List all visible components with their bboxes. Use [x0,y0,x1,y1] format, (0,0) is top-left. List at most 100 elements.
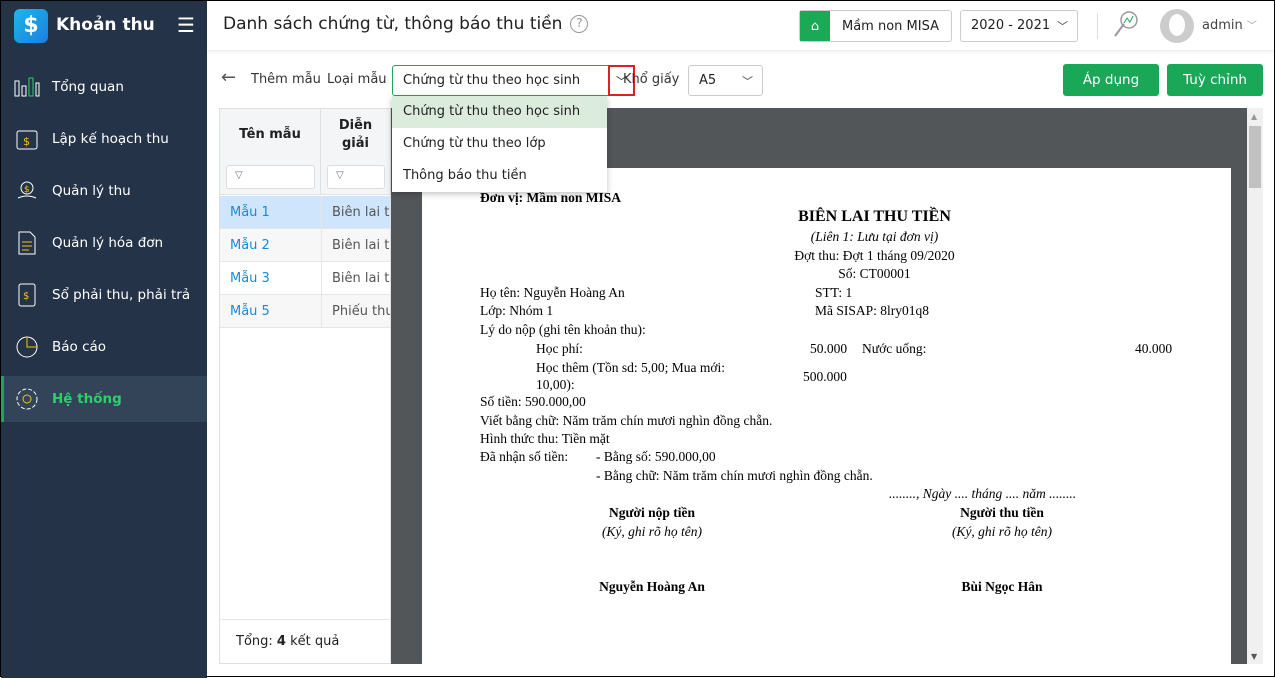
document-icon [13,231,41,255]
year-select[interactable]: 2020 - 2021 ﹀ [960,10,1078,42]
dropdown-option[interactable]: Chứng từ thu theo học sinh [392,96,607,128]
payment-method: Hình thức thu: Tiền mặt [480,431,610,446]
fee-label: 10,00): [536,377,575,392]
header: Danh sách chứng từ, thông báo thu tiền? … [207,1,1274,51]
template-description: Biên lai thu tiền [321,196,390,228]
svg-text:$: $ [23,291,29,302]
template-table: Tên mẫu ▽ Diễn giải ▽ Mẫu 1 Biên lai thu ti… [219,108,391,664]
sidebar-item-report[interactable]: Báo cáo [1,324,207,370]
paper-size-label: Khổ giấy [623,72,680,87]
user-menu[interactable]: admin ﹀ [1202,17,1257,33]
chevron-down-icon: ﹀ [1246,21,1257,32]
payer-note: (Ký, ghi rõ họ tên) [601,524,703,539]
sidebar-item-label: Hệ thống [52,391,122,407]
sidebar-item-label: Tổng quan [52,79,124,95]
receipt-number: Số: CT00001 [838,266,911,281]
table-row[interactable]: Mẫu 5 Phiếu thu [220,295,390,328]
chevron-down-icon: ﹀ [1057,20,1068,33]
total-suffix: kết quả [285,634,340,649]
template-description: Biên lai thu tiền [321,229,390,261]
sidebar-item-overview[interactable]: Tổng quan [1,64,207,110]
magnifier-chart-icon[interactable] [1112,9,1140,43]
table-row[interactable]: Mẫu 2 Biên lai thu tiền [220,229,390,262]
amount-words: Viết bằng chữ: Năm trăm chín mươi nghìn … [480,413,773,428]
page-title: Danh sách chứng từ, thông báo thu tiền? [223,14,589,34]
header-text: Diễn giải [338,118,373,151]
template-type-dropdown: Chứng từ thu theo học sinh Chứng từ thu … [392,96,607,192]
fee-label: Học phí: [536,341,583,356]
sidebar-item-label: Quản lý hóa đơn [52,235,164,251]
chevron-down-icon: ﹀ [742,75,753,88]
date-line: ........, Ngày .... tháng .... năm .....… [889,486,1077,501]
sidebar: $ Khoản thu ☰ Tổng quan $ Lập kế hoạch th… [1,1,207,678]
template-name-link[interactable]: Mẫu 3 [230,271,270,286]
app-title: Khoản thu [56,15,155,35]
school-selector[interactable]: ⌂ Mầm non MISA [799,10,952,42]
preview-scrollbar[interactable]: ▲ ▼ [1247,108,1263,664]
book-icon: $ [13,283,41,307]
total-count: Tổng: 4 kết quả [220,619,390,663]
template-description: Biên lai thu tiền [321,262,390,294]
table-row[interactable]: Mẫu 3 Biên lai thu tiền [220,262,390,295]
student-class: Lớp: Nhóm 1 [480,303,554,318]
receipt-page: Đơn vị: Mầm non MISA BIÊN LAI THU TIỀN (… [422,168,1231,664]
fee-label: Học thêm (Tồn sd: 5,00; Mua mới: [536,360,725,375]
apply-button[interactable]: Áp dụng [1063,64,1159,96]
fee-label: Nước uống: [862,341,927,356]
template-name-link[interactable]: Mẫu 5 [230,304,270,319]
paper-size-value: A5 [699,73,717,88]
house-icon: ⌂ [800,11,830,41]
received-number: - Bằng số: 590.000,00 [596,449,716,464]
header-text: Tên mẫu [239,127,301,142]
menu-icon[interactable]: ☰ [177,15,195,35]
fee-value: 500.000 [803,369,847,384]
sidebar-item-collect[interactable]: $ Quản lý thu [1,168,207,214]
template-description: Phiếu thu [321,295,390,327]
page-title-text: Danh sách chứng từ, thông báo thu tiền [223,14,563,34]
student-sisap: Mã SISAP: 8lry01q8 [815,303,930,318]
template-name-link[interactable]: Mẫu 1 [230,205,270,220]
filter-input[interactable]: ▽ [226,165,315,189]
scrollbar-thumb[interactable] [1249,126,1261,188]
svg-text:$: $ [23,135,30,148]
template-type-select[interactable]: Chứng từ thu theo học sinh [392,65,635,96]
dropdown-option[interactable]: Chứng từ thu theo lớp [392,128,607,160]
divider [1097,13,1098,39]
avatar[interactable] [1160,9,1194,43]
student-stt: STT: 1 [815,285,853,300]
received-words: - Bằng chữ: Năm trăm chín mươi nghìn đồn… [596,468,873,483]
total-number: 4 [276,634,286,649]
filter-input[interactable]: ▽ [327,165,385,189]
paper-size-select[interactable]: A5 ﹀ [688,65,763,96]
pie-chart-icon [13,335,41,359]
payer-label: Người nộp tiền [608,505,696,520]
collector-label: Người thu tiền [960,505,1044,520]
year-value: 2020 - 2021 [971,18,1051,33]
amount: Số tiền: 590.000,00 [480,394,586,409]
total-prefix: Tổng: [236,634,277,649]
help-icon[interactable]: ? [570,15,589,33]
sidebar-item-ledger[interactable]: $ Sổ phải thu, phải trả [1,272,207,318]
gear-icon [13,387,41,411]
table-row[interactable]: Mẫu 1 Biên lai thu tiền [220,196,390,229]
customize-button[interactable]: Tuỳ chỉnh [1167,64,1263,96]
app-logo: $ [14,9,48,43]
sidebar-item-invoice[interactable]: Quản lý hóa đơn [1,220,207,266]
sidebar-item-label: Quản lý thu [52,183,131,199]
collector-note: (Ký, ghi rõ họ tên) [951,524,1053,539]
add-template-label[interactable]: Thêm mẫu [251,72,321,87]
calendar-dollar-icon: $ [13,127,41,151]
sidebar-item-plan[interactable]: $ Lập kế hoạch thu [1,116,207,162]
sidebar-item-label: Báo cáo [52,339,107,355]
template-name-link[interactable]: Mẫu 2 [230,238,270,253]
dropdown-option[interactable]: Thông báo thu tiền [392,160,607,192]
receipt-unit: Đơn vị: Mầm non MISA [480,190,621,205]
reason-label: Lý do nộp (ghi tên khoản thu): [480,322,646,337]
fee-value: 50.000 [810,341,848,356]
sidebar-item-system[interactable]: Hệ thống [1,376,207,422]
toolbar: ← Thêm mẫu Loại mẫu Chứng từ thu theo họ… [207,52,1274,108]
sidebar-item-label: Lập kế hoạch thu [52,131,169,147]
back-arrow-icon[interactable]: ← [221,67,236,88]
template-type-value: Chứng từ thu theo học sinh [403,73,581,88]
bar-chart-icon [13,75,41,99]
